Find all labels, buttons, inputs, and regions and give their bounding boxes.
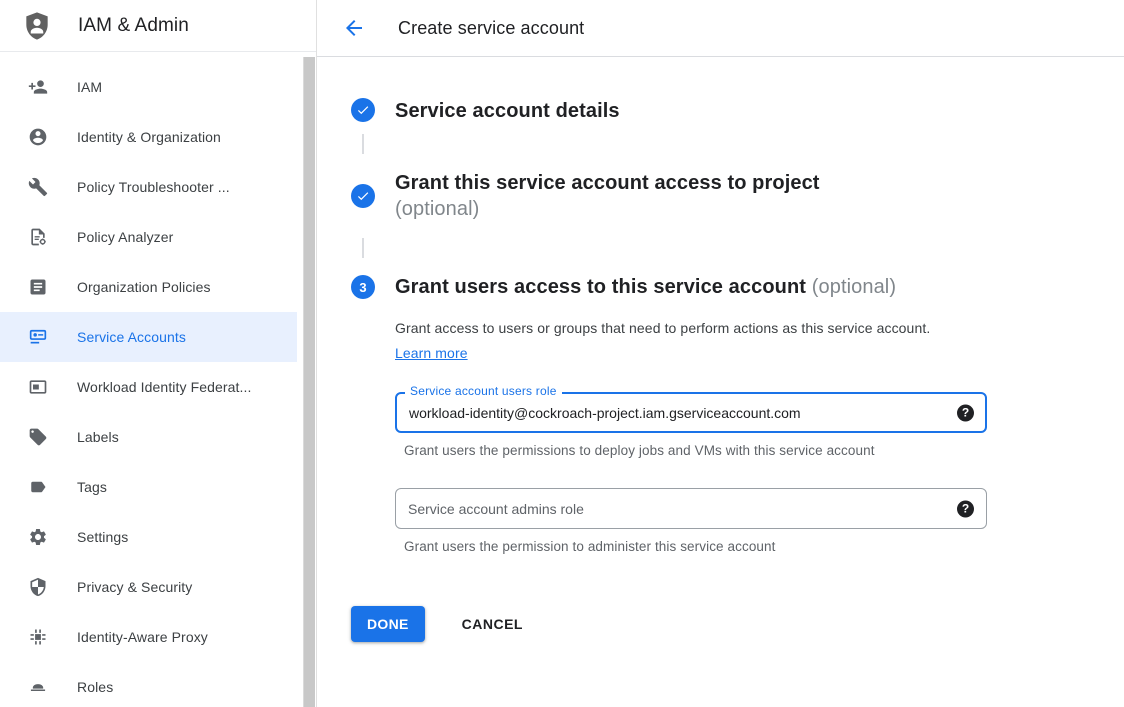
sidebar-item-label: Identity-Aware Proxy — [77, 629, 208, 645]
wrench-icon — [28, 177, 48, 197]
sidebar-item-privacy-security[interactable]: Privacy & Security — [0, 562, 297, 612]
users-role-field-wrap: Service account users role ? — [395, 392, 987, 433]
main-area: Create service account Service account d… — [317, 0, 1124, 707]
step-1: Service account details — [351, 98, 1124, 124]
sidebar-item-label: Roles — [77, 679, 113, 695]
admins-role-helper-text: Grant users the permission to administer… — [404, 538, 1124, 555]
sidebar-item-label: Policy Troubleshooter ... — [77, 179, 230, 195]
policy-analyzer-icon — [28, 227, 48, 247]
step-3-body: Grant access to users or groups that nee… — [395, 316, 1124, 555]
sidebar-item-labels[interactable]: Labels — [0, 412, 297, 462]
step-3-number-badge: 3 — [351, 275, 375, 299]
step-connector — [362, 134, 364, 154]
label-arrow-icon — [28, 477, 48, 497]
admins-role-field-wrap: ? — [395, 488, 987, 529]
sidebar-item-label: Tags — [77, 479, 107, 495]
sidebar-item-label: Service Accounts — [77, 329, 186, 345]
sidebar-item-policy-analyzer[interactable]: Policy Analyzer — [0, 212, 297, 262]
service-account-admins-role-input[interactable] — [395, 488, 987, 529]
sidebar-body: IAM Identity & Organization Policy Troub… — [0, 52, 316, 707]
done-button[interactable]: DONE — [351, 606, 425, 642]
step-1-check-icon — [351, 98, 375, 122]
sidebar-title: IAM & Admin — [78, 15, 189, 37]
learn-more-link[interactable]: Learn more — [395, 345, 468, 361]
app-window: IAM & Admin IAM Identity & Organization — [0, 0, 1124, 707]
step-3-optional-label: (optional) — [812, 276, 896, 298]
sidebar-scrollbar[interactable] — [303, 57, 315, 707]
help-icon[interactable]: ? — [957, 404, 974, 421]
sidebar-item-label: Organization Policies — [77, 279, 211, 295]
step-2-optional-label: (optional) — [395, 196, 820, 222]
service-account-icon — [28, 327, 48, 347]
step-2-title-text: Grant this service account access to pro… — [395, 172, 820, 194]
membership-card-icon — [28, 377, 48, 397]
article-icon — [28, 277, 48, 297]
users-role-field-label: Service account users role — [405, 384, 562, 399]
sidebar-item-identity-organization[interactable]: Identity & Organization — [0, 112, 297, 162]
step-3-title-text: Grant users access to this service accou… — [395, 276, 806, 298]
sidebar-item-tags[interactable]: Tags — [0, 462, 297, 512]
page-title: Create service account — [398, 18, 584, 39]
sidebar-item-label: Labels — [77, 429, 119, 445]
sidebar-nav: IAM Identity & Organization Policy Troub… — [0, 52, 316, 707]
security-shield-icon — [28, 577, 48, 597]
back-arrow-icon[interactable] — [341, 15, 367, 41]
sidebar-item-roles[interactable]: Roles — [0, 662, 297, 707]
tag-icon — [28, 427, 48, 447]
gear-icon — [28, 527, 48, 547]
proxy-icon — [28, 627, 48, 647]
sidebar: IAM & Admin IAM Identity & Organization — [0, 0, 316, 707]
sidebar-item-label: Privacy & Security — [77, 579, 192, 595]
account-circle-icon — [28, 127, 48, 147]
roles-hat-icon — [28, 677, 48, 697]
wizard-content: Service account details Grant this servi… — [317, 57, 1124, 642]
sidebar-item-policy-troubleshooter[interactable]: Policy Troubleshooter ... — [0, 162, 297, 212]
step-2-check-icon — [351, 184, 375, 208]
sidebar-item-service-accounts[interactable]: Service Accounts — [0, 312, 297, 362]
sidebar-item-label: Policy Analyzer — [77, 229, 173, 245]
action-buttons: DONE CANCEL — [351, 606, 1124, 642]
sidebar-item-settings[interactable]: Settings — [0, 512, 297, 562]
users-role-helper-text: Grant users the permissions to deploy jo… — [404, 442, 1124, 459]
sidebar-item-iam[interactable]: IAM — [0, 62, 297, 112]
sidebar-item-workload-identity-federation[interactable]: Workload Identity Federat... — [0, 362, 297, 412]
sidebar-item-label: Settings — [77, 529, 128, 545]
sidebar-item-label: Workload Identity Federat... — [77, 379, 252, 395]
sidebar-header: IAM & Admin — [0, 0, 316, 52]
step-2-title: Grant this service account access to pro… — [395, 170, 820, 222]
sidebar-item-label: Identity & Organization — [77, 129, 221, 145]
step-connector — [362, 238, 364, 258]
sidebar-item-organization-policies[interactable]: Organization Policies — [0, 262, 297, 312]
iam-shield-icon — [20, 9, 54, 43]
page-header: Create service account — [317, 0, 1124, 57]
step-2: Grant this service account access to pro… — [351, 170, 1124, 222]
step-3: 3 Grant users access to this service acc… — [351, 274, 1124, 300]
person-add-icon — [28, 77, 48, 97]
cancel-button[interactable]: CANCEL — [456, 608, 529, 640]
sidebar-item-identity-aware-proxy[interactable]: Identity-Aware Proxy — [0, 612, 297, 662]
step-3-number: 3 — [359, 280, 366, 295]
step-3-description: Grant access to users or groups that nee… — [395, 316, 943, 366]
description-text: Grant access to users or groups that nee… — [395, 320, 930, 336]
help-icon[interactable]: ? — [957, 500, 974, 517]
step-3-title: Grant users access to this service accou… — [395, 274, 896, 300]
sidebar-item-label: IAM — [77, 79, 102, 95]
step-1-title: Service account details — [395, 98, 620, 124]
